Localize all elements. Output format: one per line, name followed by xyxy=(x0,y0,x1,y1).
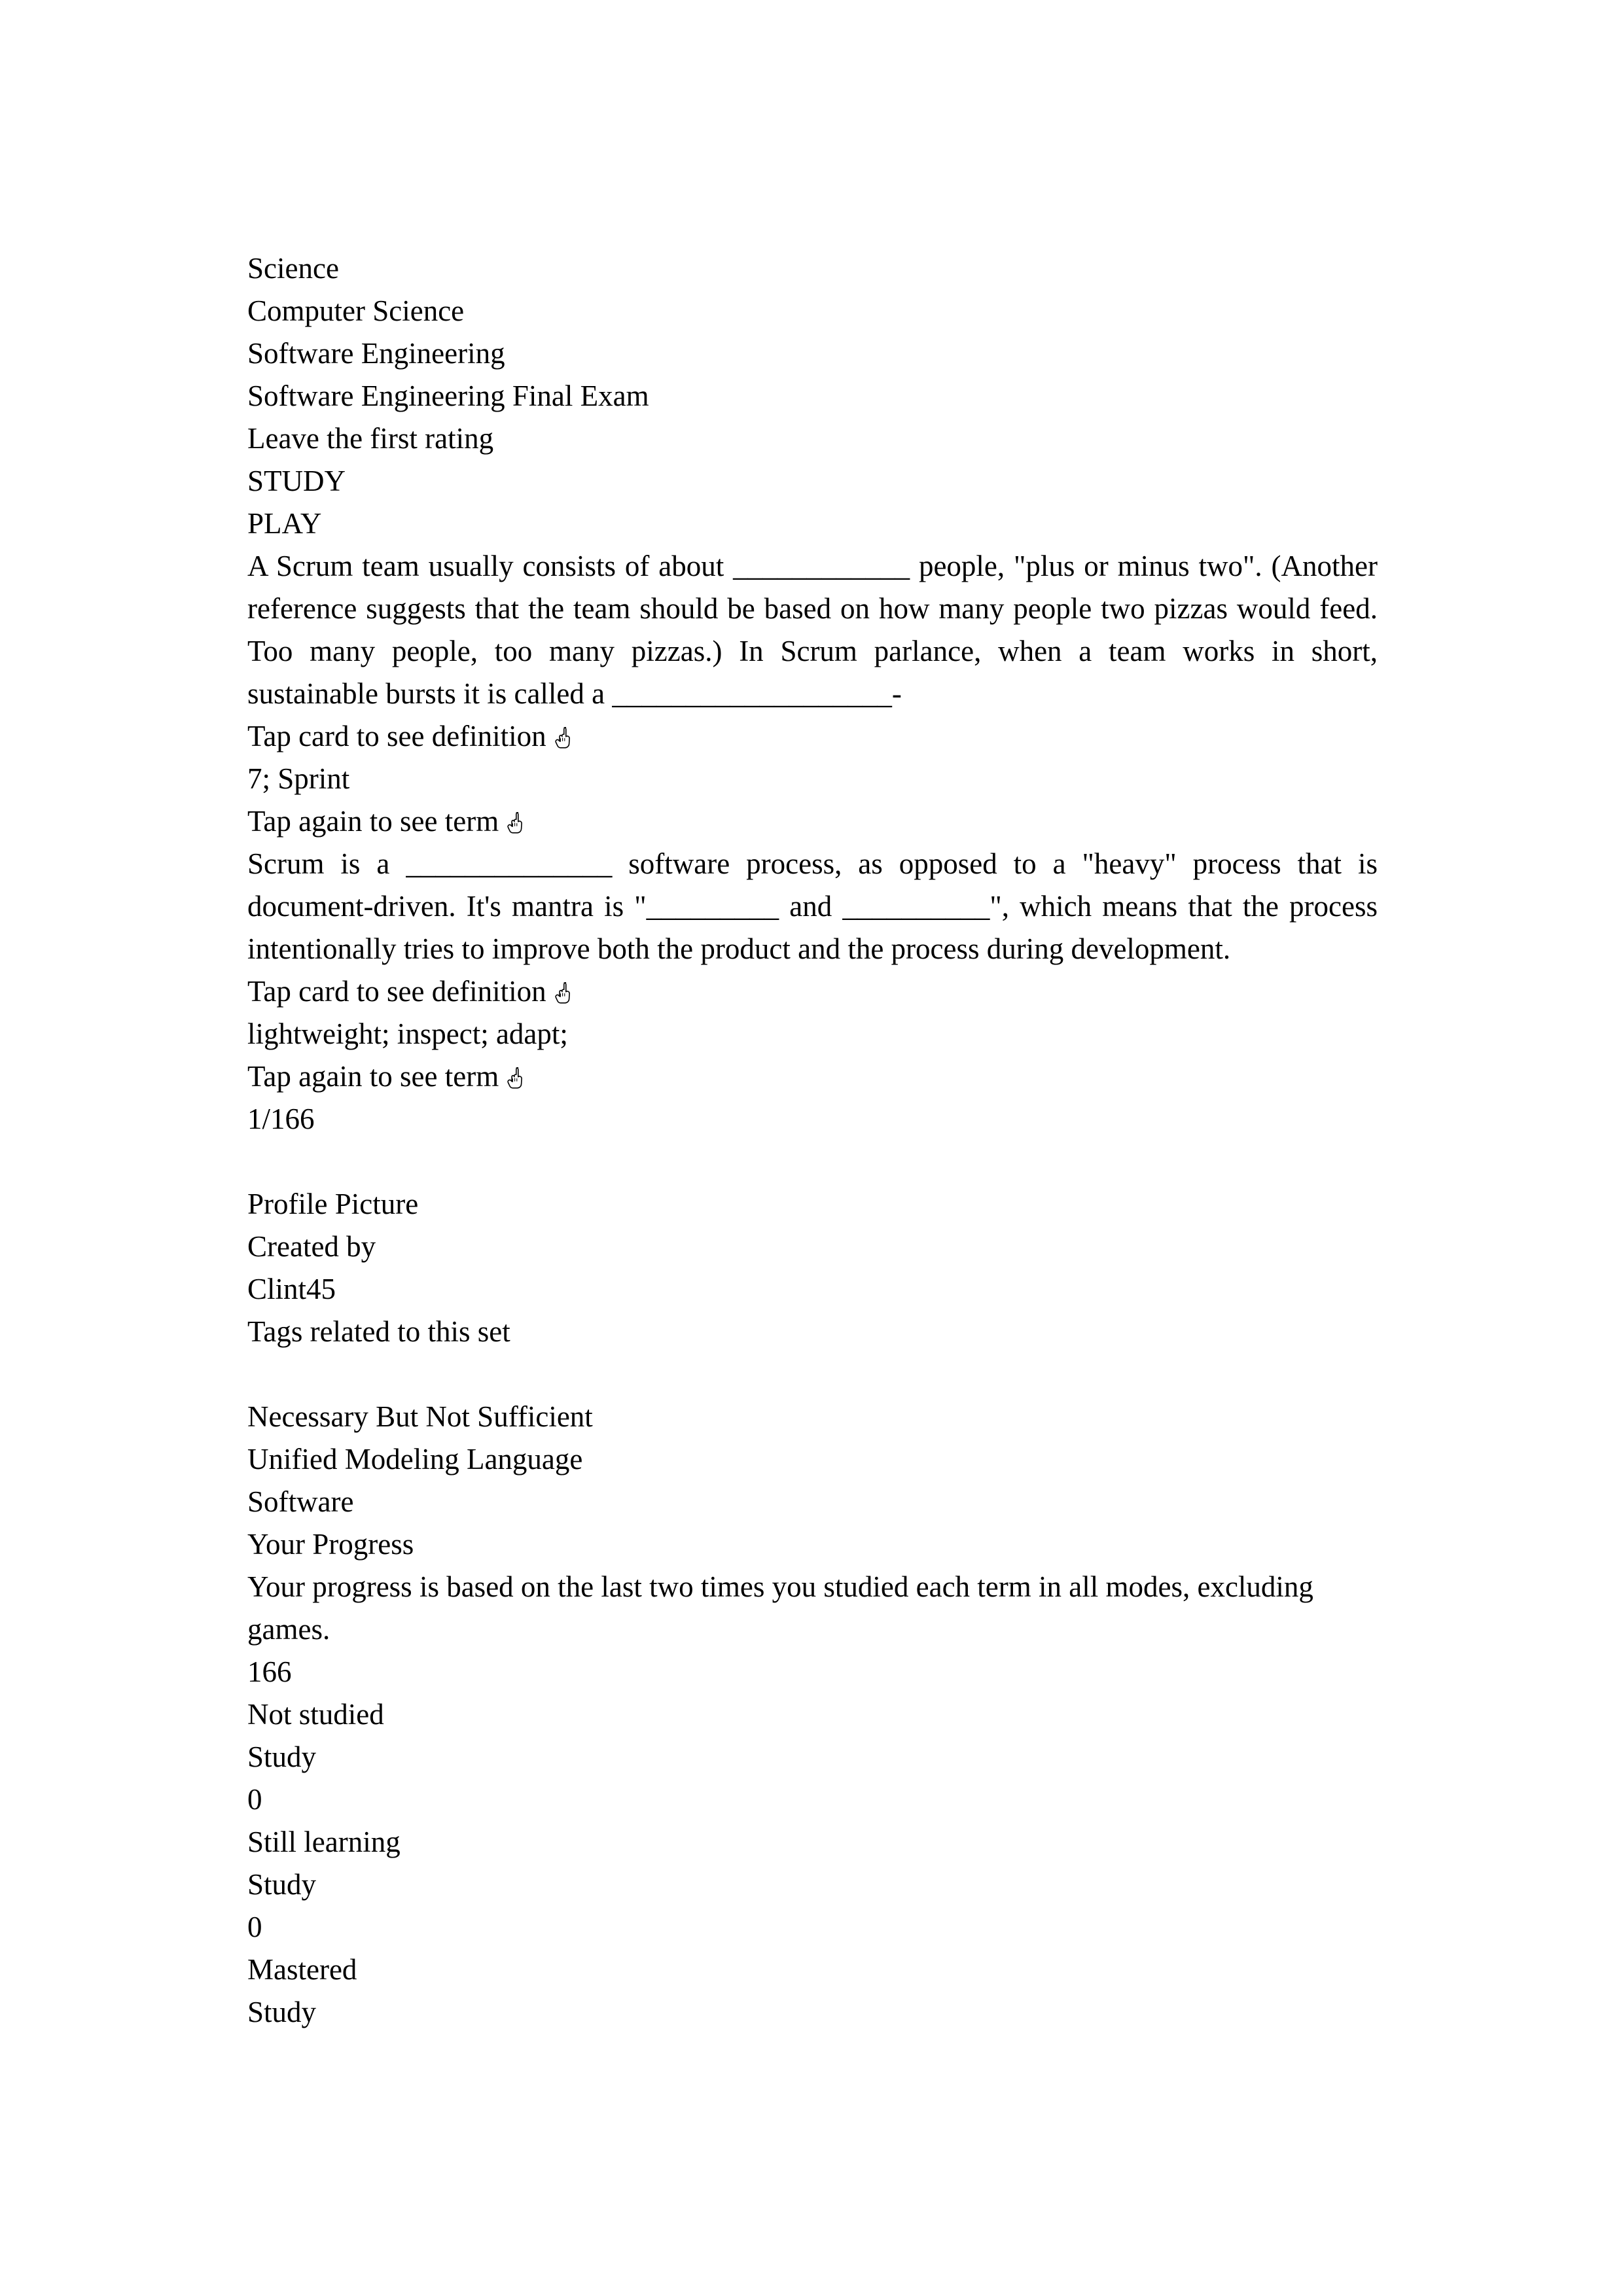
tag-unified-modeling-language[interactable]: Unified Modeling Language xyxy=(247,1438,1378,1481)
progress-not-studied-study-button[interactable]: Study xyxy=(247,1736,1378,1778)
card-2-tap-back-row[interactable]: Tap again to see term xyxy=(247,1055,1378,1098)
card-1-tap-front-row[interactable]: Tap card to see definition xyxy=(247,715,1378,758)
breadcrumb-item-science[interactable]: Science xyxy=(247,247,1378,290)
card-2-tap-front-row[interactable]: Tap card to see definition xyxy=(247,970,1378,1013)
progress-not-studied-count: 166 xyxy=(247,1655,292,1688)
card-2-tap-front-label: Tap card to see definition xyxy=(247,975,546,1008)
card-counter: 1/166 xyxy=(247,1103,315,1135)
progress-mastered-label: Mastered xyxy=(247,1953,357,1986)
progress-still-learning-study-button[interactable]: Study xyxy=(247,1863,1378,1906)
white-up-pointing-index-icon xyxy=(554,726,571,749)
progress-still-learning-label: Still learning xyxy=(247,1826,401,1858)
progress-mastered-study-button[interactable]: Study xyxy=(247,1991,1378,2034)
card-1-tap-back-row[interactable]: Tap again to see term xyxy=(247,800,1378,843)
creator-username[interactable]: Clint45 xyxy=(247,1268,1378,1311)
card-2-term[interactable]: Scrum is a ______________ software proce… xyxy=(247,843,1378,970)
white-up-pointing-index-icon xyxy=(507,1067,524,1089)
play-button[interactable]: PLAY xyxy=(247,503,1378,545)
progress-still-learning-count: 0 xyxy=(247,1783,262,1816)
breadcrumb-item-software-engineering[interactable]: Software Engineering xyxy=(247,332,1378,375)
card-2-definition: lightweight; inspect; adapt; xyxy=(247,1017,568,1050)
tag-software[interactable]: Software xyxy=(247,1481,1378,1523)
tag-necessary-but-not-sufficient[interactable]: Necessary But Not Sufficient xyxy=(247,1396,1378,1438)
card-1-definition: 7; Sprint xyxy=(247,762,350,795)
study-button[interactable]: STUDY xyxy=(247,460,1378,503)
card-1-term[interactable]: A Scrum team usually consists of about _… xyxy=(247,545,1378,715)
page-title: Software Engineering Final Exam xyxy=(247,380,649,412)
card-2-tap-back-label: Tap again to see term xyxy=(247,1060,499,1093)
progress-heading: Your Progress xyxy=(247,1528,414,1561)
card-1-tap-front-label: Tap card to see definition xyxy=(247,720,546,752)
white-up-pointing-index-icon xyxy=(507,811,524,834)
document-page: Science Computer Science Software Engine… xyxy=(0,0,1623,2296)
white-up-pointing-index-icon xyxy=(554,981,571,1004)
tags-heading: Tags related to this set xyxy=(247,1315,510,1348)
progress-not-studied-label: Not studied xyxy=(247,1698,384,1731)
rating-prompt[interactable]: Leave the first rating xyxy=(247,417,1378,460)
progress-description: Your progress is based on the last two t… xyxy=(247,1570,1321,1646)
breadcrumb-item-computer-science[interactable]: Computer Science xyxy=(247,290,1378,332)
document-content: Science Computer Science Software Engine… xyxy=(247,247,1378,2034)
profile-picture-label[interactable]: Profile Picture xyxy=(247,1183,1378,1226)
card-1-tap-back-label: Tap again to see term xyxy=(247,805,499,838)
progress-mastered-count: 0 xyxy=(247,1911,262,1943)
created-by-label: Created by xyxy=(247,1230,376,1263)
